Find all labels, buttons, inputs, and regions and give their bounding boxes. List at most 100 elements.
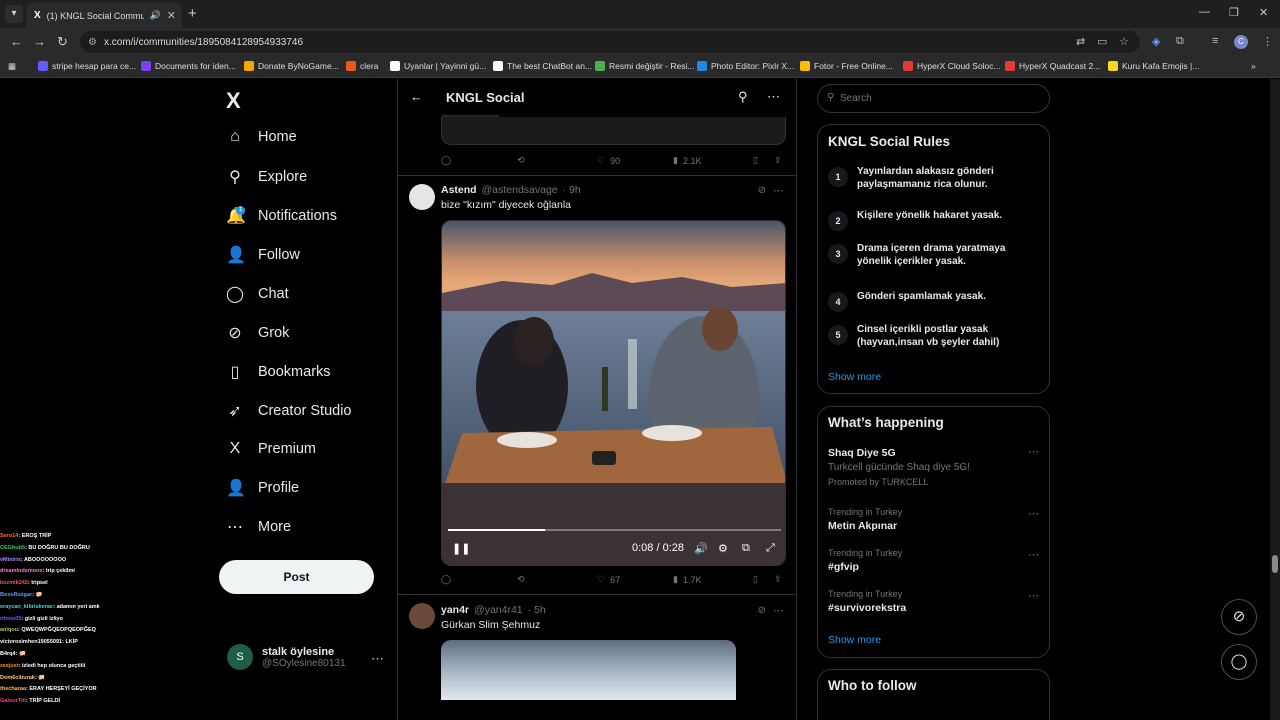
tweet-time[interactable]: · 5h — [528, 604, 546, 616]
sidebar-item-chat[interactable]: ◯ Chat — [226, 284, 289, 304]
back-arrow-icon[interactable]: ← — [410, 89, 423, 104]
sidebar-item-creator-studio[interactable]: ➶ Creator Studio — [226, 401, 351, 421]
back-icon[interactable]: ← — [10, 34, 23, 49]
tab-search-icon[interactable]: ▾ — [5, 5, 23, 23]
like-button[interactable]: ♡ 90 — [597, 155, 620, 166]
trend-more-icon[interactable]: ⋯ — [1028, 589, 1039, 602]
media-controls-icon[interactable]: ≡ — [1212, 35, 1218, 47]
tweet-author-handle[interactable]: @yan4r41 — [474, 604, 523, 616]
tweet-more-icon[interactable]: ⋯ — [773, 184, 784, 197]
share-icon[interactable]: ⇪ — [774, 155, 782, 166]
previous-post-media[interactable] — [441, 114, 786, 145]
apps-grid-icon[interactable]: ▦ — [8, 61, 16, 72]
post-button[interactable]: Post — [219, 560, 374, 594]
rules-show-more-link[interactable]: Show more — [828, 371, 881, 383]
site-info-icon[interactable]: ⚙ — [88, 37, 97, 48]
sidebar-item-profile[interactable]: 👤 Profile — [226, 478, 299, 498]
bookmark-item[interactable]: The best ChatBot an... — [493, 61, 592, 71]
bookmark-item[interactable]: Documents for iden... — [141, 61, 236, 71]
browser-menu-icon[interactable]: ⋮ — [1262, 35, 1273, 48]
new-tab-icon[interactable]: + — [188, 5, 197, 22]
forward-icon[interactable]: → — [33, 34, 46, 49]
grok-icon[interactable]: ⊘ — [758, 185, 766, 196]
repost-icon[interactable]: ⟲ — [517, 574, 525, 585]
settings-gear-icon[interactable]: ⚙ — [718, 542, 728, 555]
video-player[interactable]: ❚❚ 0:08 / 0:28 🔊 ⚙ ⧉ ⤢ — [441, 220, 786, 566]
sidebar-item-follow[interactable]: 👤 Follow — [226, 245, 300, 265]
bookmark-item[interactable]: Uyanlar | Yayinni gü... — [390, 61, 486, 71]
views-button[interactable]: ▮ 2.1K — [673, 155, 701, 166]
more-icon[interactable]: ⋯ — [767, 89, 780, 105]
video-progress-bar[interactable] — [448, 529, 781, 531]
bookmark-item[interactable]: Donate ByNoGame... — [244, 61, 339, 71]
star-icon[interactable]: ☆ — [1119, 35, 1129, 48]
restore-icon[interactable]: ❐ — [1229, 6, 1239, 19]
bookmark-icon[interactable]: ▯ — [753, 574, 758, 585]
scroll-thumb[interactable] — [1272, 555, 1278, 573]
reply-icon[interactable]: ◯ — [441, 574, 451, 585]
trend-more-icon[interactable]: ⋯ — [1028, 548, 1039, 561]
trend-more-icon[interactable]: ⋯ — [1028, 507, 1039, 520]
sidebar-item-home[interactable]: ⌂ Home — [226, 128, 297, 146]
translate-icon[interactable]: ⇄ — [1076, 35, 1085, 48]
extension-icon[interactable]: ◈ — [1152, 35, 1160, 48]
account-more-icon[interactable]: ⋯ — [371, 651, 384, 667]
chat-text: : 🐖 — [15, 650, 26, 657]
bookmark-item[interactable]: Resmi değiştir - Resi... — [595, 61, 695, 71]
repost-icon[interactable]: ⟲ — [517, 155, 525, 166]
notification-badge: 1 — [236, 206, 245, 215]
minimize-icon[interactable]: — — [1199, 6, 1210, 18]
tweet-more-icon[interactable]: ⋯ — [773, 604, 784, 617]
share-icon[interactable]: ⇪ — [774, 574, 782, 585]
bookmarks-overflow-icon[interactable]: » — [1251, 61, 1256, 71]
bookmark-item[interactable]: stripe hesap para ce... — [38, 61, 136, 71]
address-bar[interactable]: ⚙ x.com/i/communities/189508412895493374… — [80, 31, 1140, 53]
x-logo-icon[interactable]: X — [226, 88, 241, 114]
sidebar-item-explore[interactable]: ⚲ Explore — [226, 167, 307, 187]
like-button[interactable]: ♡ 67 — [597, 574, 620, 585]
popout-icon[interactable]: ⧉ — [742, 542, 750, 555]
video-time: 0:08 / 0:28 — [632, 542, 684, 554]
search-icon[interactable]: ⚲ — [738, 89, 748, 105]
grok-fab-icon[interactable]: ⊘ — [1221, 599, 1257, 635]
profile-avatar-icon[interactable]: C — [1234, 35, 1248, 49]
volume-icon[interactable]: 🔊 — [694, 542, 708, 555]
pause-icon[interactable]: ❚❚ — [452, 542, 470, 555]
tab-close-icon[interactable]: ✕ — [167, 9, 176, 22]
fullscreen-icon[interactable]: ⤢ — [766, 542, 775, 555]
views-button[interactable]: ▮ 1.7K — [673, 574, 701, 585]
bookmark-item[interactable]: HyperX Cloud Soloc... — [903, 61, 1001, 71]
page-scrollbar[interactable] — [1270, 79, 1280, 720]
cast-icon[interactable]: ▭ — [1097, 35, 1107, 48]
tweet-author-name[interactable]: yan4r — [441, 604, 469, 616]
tweet-image[interactable] — [441, 640, 736, 700]
sidebar-item-grok[interactable]: ⊘ Grok — [226, 323, 289, 343]
bookmark-label: Photo Editor: Pixlr X... — [711, 61, 795, 71]
messages-fab-icon[interactable]: ◯ — [1221, 644, 1257, 680]
bookmark-item[interactable]: clera — [346, 61, 378, 71]
avatar[interactable] — [409, 184, 435, 210]
speaker-icon[interactable]: 🔊 — [150, 10, 161, 21]
trend-more-icon[interactable]: ⋯ — [1028, 445, 1039, 458]
sidebar-item-more[interactable]: ⋯ More — [226, 517, 291, 537]
sidebar-item-bookmarks[interactable]: ▯ Bookmarks — [226, 362, 331, 382]
extensions-puzzle-icon[interactable]: ⧉ — [1176, 35, 1184, 48]
tweet-author-handle[interactable]: @astendsavage — [482, 184, 558, 196]
browser-tab[interactable]: X (1) KNGL Social Community 🔊 ✕ — [26, 3, 182, 28]
account-switcher[interactable]: S stalk öylesine @SOylesine80131 — [227, 644, 346, 670]
reload-icon[interactable]: ↻ — [57, 34, 68, 50]
search-input[interactable]: ⚲ Search — [817, 84, 1050, 113]
grok-icon[interactable]: ⊘ — [758, 605, 766, 616]
bookmark-item[interactable]: HyperX Quadcast 2... — [1005, 61, 1100, 71]
bookmark-item[interactable]: Fotor - Free Online... — [800, 61, 893, 71]
tweet-time[interactable]: · 9h — [563, 184, 581, 196]
tweet-author-name[interactable]: Astend — [441, 184, 477, 196]
trends-show-more-link[interactable]: Show more — [828, 634, 881, 646]
window-close-icon[interactable]: ✕ — [1259, 6, 1268, 19]
bookmark-item[interactable]: Kuru Kafa Emojis |... — [1108, 61, 1199, 71]
bookmark-item[interactable]: Photo Editor: Pixlr X... — [697, 61, 794, 71]
reply-icon[interactable]: ◯ — [441, 155, 451, 166]
avatar[interactable] — [409, 603, 435, 629]
sidebar-item-premium[interactable]: X Premium — [226, 440, 316, 458]
bookmark-icon[interactable]: ▯ — [753, 155, 758, 166]
